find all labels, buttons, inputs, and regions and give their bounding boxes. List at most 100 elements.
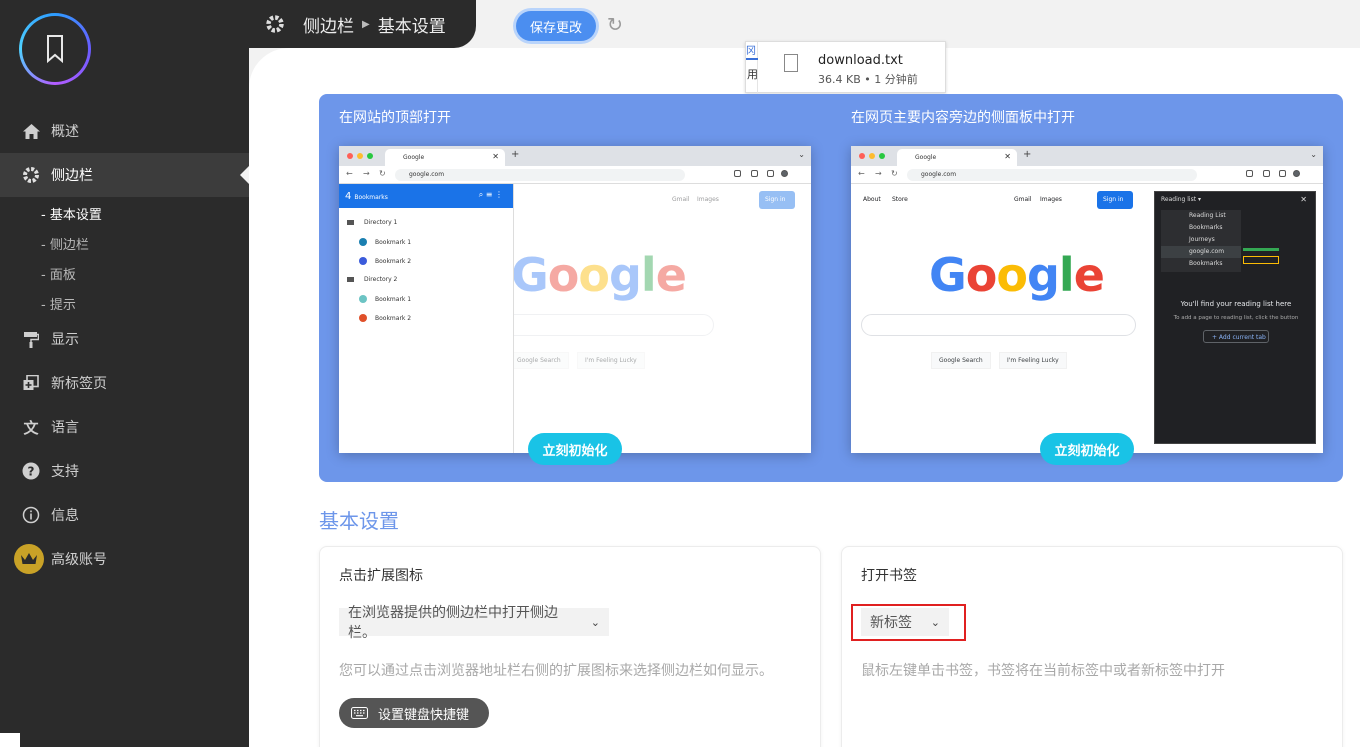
- banner-left-title: 在网站的顶部打开: [339, 110, 451, 126]
- search-icon: ⌕ ≡ ⋮: [478, 190, 503, 199]
- google-logo: Google: [511, 248, 687, 302]
- reading-list-heading: You'll find your reading list here: [1180, 300, 1292, 308]
- reload-icon: ↻: [891, 169, 898, 178]
- bookmarks-label: Bookmarks: [354, 194, 388, 201]
- crown-icon: [14, 544, 44, 574]
- directory-label: Directory 1: [364, 219, 398, 226]
- favicon-icon: [359, 314, 367, 322]
- download-edge-tab: 冈: [746, 42, 758, 60]
- signin-button: Sign in: [1097, 191, 1133, 209]
- bookmark-label: Bookmark 2: [375, 314, 412, 322]
- extension-icon-action-select[interactable]: 在浏览器提供的侧边栏中打开侧边栏。 ⌄: [339, 605, 609, 641]
- preview-top-mode[interactable]: Google ✕ + ⌄ ← → ↻ google.com Gmail Image…: [339, 146, 811, 453]
- download-filename[interactable]: download.txt: [818, 53, 903, 68]
- sidebar-item-sidebar[interactable]: 侧边栏: [0, 153, 249, 197]
- store-link: Store: [892, 196, 908, 203]
- keyboard-shortcut-button[interactable]: 设置键盘快捷键: [339, 698, 489, 728]
- sidebar-subitem-basic[interactable]: - 基本设置: [41, 204, 102, 223]
- preview-sidepanel-mode[interactable]: Google ✕ + ⌄ ← → ↻ google.com About Store…: [851, 146, 1323, 453]
- new-tab-icon: [22, 374, 40, 392]
- save-button[interactable]: 保存更改: [516, 11, 596, 41]
- file-icon: [784, 54, 798, 72]
- address-url: google.com: [409, 171, 445, 178]
- reading-list-panel: Reading list ▾ ✕ Reading List Bookmarks …: [1154, 191, 1316, 444]
- card-hint: 鼠标左键单击书签，书签将在当前标签中或者新标签中打开: [861, 663, 1225, 679]
- bookmarks-panel: 4 Bookmarks ⌕ ≡ ⋮ Directory 1 Bookmark 1 B…: [339, 184, 514, 453]
- lucky-button: I'm Feeling Lucky: [577, 352, 645, 369]
- sidebar-subitem-sidebar[interactable]: - 侧边栏: [41, 234, 89, 253]
- gmail-link: Gmail: [672, 196, 690, 203]
- sidebar-item-newtab[interactable]: 新标签页: [0, 361, 249, 405]
- sidebar-item-info[interactable]: 信息: [0, 493, 249, 537]
- bookmarks-header: 4 Bookmarks ⌕ ≡ ⋮: [339, 184, 513, 208]
- breadcrumb-basic-settings: 基本设置: [377, 16, 446, 37]
- init-top-button[interactable]: 立刻初始化: [528, 433, 622, 465]
- sidebar-item-language[interactable]: 文 语言: [0, 405, 249, 449]
- about-link: About: [863, 196, 881, 203]
- sidepanel-icon: [1279, 170, 1286, 177]
- forward-icon: →: [363, 169, 370, 178]
- reading-list-dropdown: Reading list ▾: [1161, 196, 1201, 203]
- browser-tabbar: Google ✕ + ⌄: [851, 146, 1323, 166]
- sidebar-item-overview[interactable]: 概述: [0, 109, 249, 153]
- settings-card-open-bookmark: 打开书签 新标签 ⌄ 鼠标左键单击书签，书签将在当前标签中或者新标签中打开: [841, 546, 1343, 747]
- extension-icon: [734, 170, 741, 177]
- close-icon: ✕: [1004, 152, 1011, 161]
- profile-icon: [1293, 170, 1300, 177]
- gmail-link: Gmail: [1014, 196, 1032, 203]
- select-value: 在浏览器提供的侧边栏中打开侧边栏。: [348, 605, 558, 641]
- chevron-down-icon: ⌄: [1310, 150, 1317, 159]
- sidebar-item-support[interactable]: ? 支持: [0, 449, 249, 493]
- download-edge-text: 用: [747, 68, 758, 81]
- close-icon: ✕: [1300, 195, 1307, 204]
- directory-label: Directory 2: [364, 276, 398, 283]
- highlight-box: [851, 604, 966, 641]
- sidebar-subitem-panel[interactable]: - 面板: [41, 264, 76, 283]
- reload-icon: ↻: [379, 169, 386, 178]
- illustration-box: [1243, 256, 1279, 264]
- init-sidepanel-button[interactable]: 立刻初始化: [1040, 433, 1134, 465]
- refresh-icon[interactable]: ↻: [607, 14, 623, 36]
- signin-button: Sign in: [759, 191, 795, 209]
- sidebar-subitem-tips[interactable]: - 提示: [41, 294, 76, 313]
- window-controls: [859, 153, 885, 159]
- breadcrumb-sidebar[interactable]: 侧边栏: [303, 12, 354, 37]
- google-search-box: [861, 314, 1136, 336]
- card-hint: 您可以通过点击浏览器地址栏右侧的扩展图标来选择侧边栏如何显示。: [339, 663, 773, 679]
- folder-icon: [347, 220, 354, 225]
- reading-list-menu: Reading List Bookmarks Journeys google.c…: [1161, 210, 1241, 272]
- gear-icon: [265, 14, 285, 34]
- paint-roller-icon: [22, 330, 40, 348]
- browser-toolbar: ← → ↻ google.com: [851, 166, 1323, 184]
- extension-icon: [1246, 170, 1253, 177]
- svg-text:?: ?: [28, 465, 35, 479]
- add-current-tab-button: + Add current tab: [1203, 330, 1269, 343]
- google-search-button: Google Search: [931, 352, 991, 369]
- bookmarks-count: 4: [345, 191, 352, 202]
- menu-item: google.com: [1161, 246, 1241, 258]
- sidebar-item-premium[interactable]: 高级账号: [0, 537, 249, 581]
- bookmark-item: Bookmark 2: [359, 314, 411, 322]
- sidebar-item-label: 支持: [51, 464, 79, 480]
- sidebar: 概述 侧边栏 - 基本设置 - 侧边栏 - 面板 - 提示 显示 新标签页 文 …: [0, 0, 249, 747]
- sidebar-item-label: 侧边栏: [51, 168, 93, 184]
- keyboard-icon: [351, 707, 368, 719]
- download-popup[interactable]: 冈 用 download.txt 36.4 KB • 1 分钟前: [745, 41, 946, 94]
- menu-item: Reading List: [1189, 212, 1226, 219]
- sidebar-item-display[interactable]: 显示: [0, 317, 249, 361]
- card-title: 点击扩展图标: [339, 568, 423, 584]
- bookmark-label: Bookmark 2: [375, 257, 412, 265]
- card-title: 打开书签: [861, 568, 917, 584]
- section-title: 基本设置: [319, 509, 399, 533]
- favicon-icon: [359, 295, 367, 303]
- download-edge: 冈 用: [746, 42, 758, 94]
- bookmark-label: Bookmark 1: [375, 238, 412, 246]
- gear-icon: [22, 166, 40, 184]
- favicon-icon: [359, 238, 367, 246]
- images-link: Images: [1040, 196, 1062, 203]
- back-icon: ←: [858, 169, 865, 178]
- lucky-button: I'm Feeling Lucky: [999, 352, 1067, 369]
- google-search-button: Google Search: [509, 352, 569, 369]
- reading-list-subtext: To add a page to reading list, click the…: [1173, 315, 1299, 321]
- folder-icon: [347, 277, 354, 282]
